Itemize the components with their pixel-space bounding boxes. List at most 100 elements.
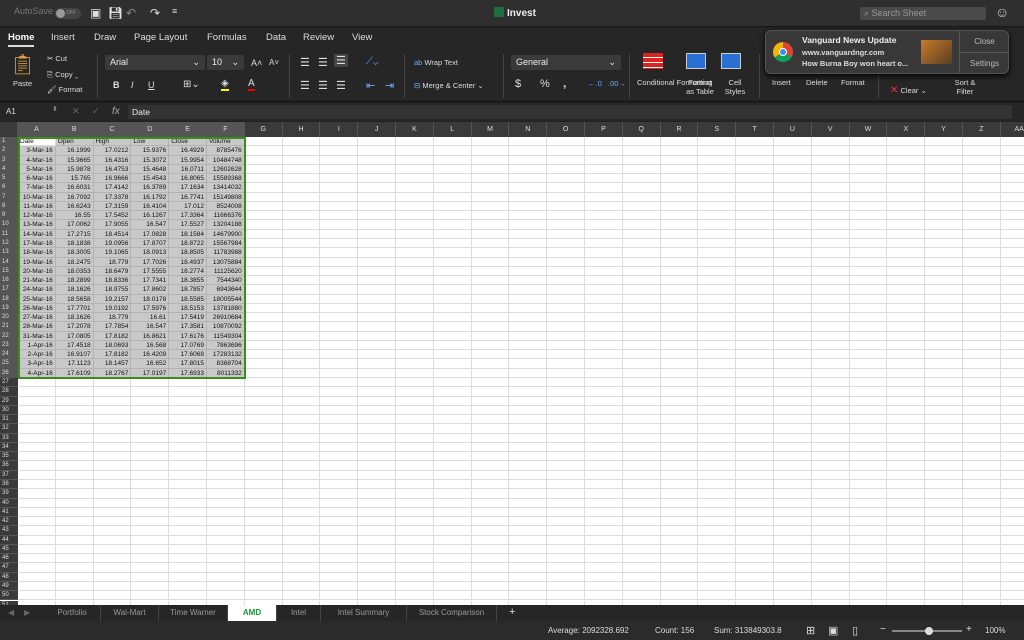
notification-close-button[interactable]: Close [959,31,1009,53]
empty-cell[interactable] [622,461,661,471]
empty-cell[interactable] [925,489,963,499]
empty-cell[interactable] [471,155,510,165]
empty-cell[interactable] [244,452,283,462]
empty-cell[interactable] [396,461,434,471]
empty-cell[interactable] [585,322,623,332]
table-cell[interactable]: 12-Mar-16 [18,211,56,221]
table-cell[interactable]: 16.547 [131,322,170,332]
zoom-slider-thumb[interactable] [925,627,933,635]
empty-cell[interactable] [887,229,926,239]
empty-cell[interactable] [1000,591,1024,601]
empty-cell[interactable] [207,563,245,573]
empty-cell[interactable] [622,285,661,295]
empty-cell[interactable] [698,266,737,277]
empty-cell[interactable] [925,220,963,230]
empty-cell[interactable] [585,387,623,397]
table-cell[interactable]: 16.8621 [131,331,170,341]
empty-cell[interactable] [774,563,812,573]
empty-cell[interactable] [358,470,396,480]
name-box-stepper-icon[interactable]: ⬍ [52,105,58,113]
empty-cell[interactable] [396,137,434,147]
paste-button[interactable]: Paste [13,79,32,88]
empty-cell[interactable] [244,229,283,239]
empty-cell[interactable] [736,452,774,462]
empty-cell[interactable] [585,164,623,175]
table-cell[interactable]: 18.2475 [55,257,94,267]
empty-cell[interactable] [358,544,396,555]
empty-cell[interactable] [736,359,774,369]
empty-cell[interactable] [509,303,548,314]
empty-cell[interactable] [244,470,283,480]
table-cell[interactable]: 12602628 [207,164,245,175]
table-cell[interactable]: Date [18,137,56,147]
table-cell[interactable]: 15.9954 [169,155,207,165]
empty-cell[interactable] [698,285,737,295]
empty-cell[interactable] [660,396,699,406]
sheet-tab[interactable]: Time Warner [159,605,228,621]
empty-cell[interactable] [131,591,170,601]
empty-cell[interactable] [698,405,737,416]
empty-cell[interactable] [622,201,661,212]
empty-cell[interactable] [963,591,1001,601]
empty-cell[interactable] [963,276,1001,286]
empty-cell[interactable] [1000,322,1024,332]
format-as-table-button[interactable]: Format as Table [684,78,716,96]
empty-cell[interactable] [963,322,1001,332]
empty-cell[interactable] [93,563,132,573]
table-cell[interactable]: 16.4929 [169,146,207,156]
empty-cell[interactable] [1000,239,1024,249]
empty-cell[interactable] [622,507,661,518]
empty-cell[interactable] [282,591,321,601]
empty-cell[interactable] [207,581,245,592]
empty-cell[interactable] [660,378,699,388]
empty-cell[interactable] [396,544,434,555]
empty-cell[interactable] [1000,387,1024,397]
empty-cell[interactable] [509,164,548,175]
empty-cell[interactable] [207,396,245,406]
empty-cell[interactable] [509,387,548,397]
row-header[interactable]: 20 [0,313,18,323]
empty-cell[interactable] [55,405,94,416]
empty-cell[interactable] [547,276,585,286]
empty-cell[interactable] [320,581,359,592]
empty-cell[interactable] [925,146,963,156]
empty-cell[interactable] [55,387,94,397]
table-cell[interactable]: 8785476 [207,146,245,156]
empty-cell[interactable] [622,526,661,536]
empty-cell[interactable] [774,378,812,388]
empty-cell[interactable] [736,276,774,286]
empty-cell[interactable] [471,563,510,573]
empty-cell[interactable] [93,433,132,443]
empty-cell[interactable] [18,544,56,555]
empty-cell[interactable] [698,489,737,499]
empty-cell[interactable] [244,220,283,230]
empty-cell[interactable] [660,146,699,156]
empty-cell[interactable] [358,489,396,499]
empty-cell[interactable] [622,248,661,258]
empty-cell[interactable] [547,359,585,369]
empty-cell[interactable] [433,452,472,462]
underline-button[interactable]: U [148,80,155,90]
empty-cell[interactable] [396,340,434,351]
empty-cell[interactable] [849,479,888,490]
empty-cell[interactable] [698,350,737,360]
empty-cell[interactable] [585,563,623,573]
table-cell[interactable]: 4-Apr-16 [18,368,56,379]
table-cell[interactable]: 16.9107 [55,350,94,360]
empty-cell[interactable] [547,164,585,175]
empty-cell[interactable] [93,498,132,508]
empty-cell[interactable] [849,257,888,267]
table-cell[interactable]: 17.8182 [93,350,132,360]
empty-cell[interactable] [358,257,396,267]
empty-cell[interactable] [509,405,548,416]
empty-cell[interactable] [1000,397,1024,406]
empty-cell[interactable] [471,201,510,212]
align-top-icon[interactable]: ☰ [300,56,310,69]
empty-cell[interactable] [736,415,774,425]
empty-cell[interactable] [547,248,585,258]
empty-cell[interactable] [849,405,888,416]
empty-cell[interactable] [622,442,661,453]
empty-cell[interactable] [55,396,94,406]
empty-cell[interactable] [811,285,850,295]
table-cell[interactable]: 7863696 [207,340,245,351]
